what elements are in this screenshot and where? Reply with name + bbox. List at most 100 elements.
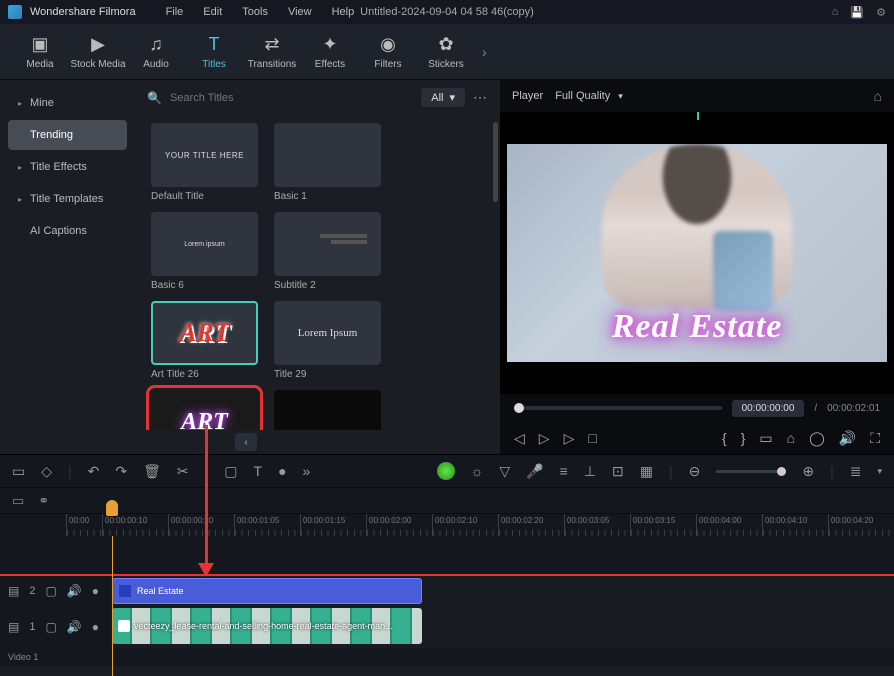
tab-titles[interactable]: TTitles xyxy=(186,27,242,77)
play-outline-icon[interactable]: ▷ xyxy=(564,430,575,447)
shield-icon[interactable]: ▽ xyxy=(499,463,510,480)
track-video[interactable]: ▤1 ▢ 🔊 ● vecteezy_lease-rental-and-selli… xyxy=(0,606,894,648)
title-card-dark[interactable] xyxy=(274,390,381,430)
mic-icon[interactable]: 🎤 xyxy=(526,463,543,480)
video-clip[interactable]: vecteezy_lease-rental-and-selling-home-r… xyxy=(112,608,422,644)
eye-icon[interactable]: ● xyxy=(92,584,99,598)
lock-icon[interactable]: ▢ xyxy=(45,620,56,634)
display-icon[interactable]: ⌂ xyxy=(787,430,795,446)
back-button[interactable]: ‹ xyxy=(235,433,257,451)
tab-audio[interactable]: ♫Audio xyxy=(128,27,184,77)
title-card-title29[interactable]: Lorem IpsumTitle 29 xyxy=(274,301,381,380)
preview-image[interactable]: Real Estate xyxy=(507,144,887,362)
volume-icon[interactable]: 🔊 xyxy=(839,430,856,447)
sidebar-trending[interactable]: Trending xyxy=(8,120,127,150)
chevron-down-icon[interactable]: ▾ xyxy=(877,466,882,477)
title-card-art-neon[interactable]: ART xyxy=(151,390,258,430)
fullscreen-icon[interactable]: ⛶ xyxy=(870,430,880,447)
tab-effects[interactable]: ✦Effects xyxy=(302,27,358,77)
title-thumb xyxy=(274,390,381,430)
redo-icon[interactable]: ↷ xyxy=(115,463,127,480)
stop-icon[interactable]: □ xyxy=(588,430,596,446)
menu-view[interactable]: View xyxy=(288,6,312,18)
menu-help[interactable]: Help xyxy=(332,6,355,18)
card-label: Title 29 xyxy=(274,369,381,380)
app-logo xyxy=(8,5,22,19)
pointer-tool-icon[interactable]: ▭ xyxy=(12,463,25,480)
marker-tool-icon[interactable]: ● xyxy=(278,463,286,479)
title-clip[interactable]: Real Estate xyxy=(112,578,422,604)
link-tool-icon[interactable]: ⊡ xyxy=(612,463,624,480)
play-icon[interactable]: ▷ xyxy=(539,430,550,447)
track-body[interactable]: vecteezy_lease-rental-and-selling-home-r… xyxy=(110,606,894,648)
mute-icon[interactable]: 🔊 xyxy=(67,620,82,634)
prev-frame-icon[interactable]: ◁ xyxy=(514,430,525,447)
sidebar-mine[interactable]: ▸Mine xyxy=(8,88,127,118)
ruler-tick: 00:00:04:20 xyxy=(828,514,894,536)
magnet-icon[interactable]: ⊥ xyxy=(584,463,596,480)
mark-out-icon[interactable]: } xyxy=(741,430,746,446)
scrollbar[interactable] xyxy=(493,122,498,202)
search-input[interactable] xyxy=(170,92,413,104)
group-icon[interactable]: ▦ xyxy=(640,463,653,480)
tab-stickers[interactable]: ✿Stickers xyxy=(418,27,474,77)
tab-titles-label: Titles xyxy=(202,59,226,70)
zoom-in-icon[interactable]: ⊕ xyxy=(802,463,814,480)
filter-dropdown[interactable]: All▾ xyxy=(421,88,465,107)
menu-tools[interactable]: Tools xyxy=(242,6,268,18)
mute-icon[interactable]: 🔊 xyxy=(67,584,82,598)
sidebar-title-effects[interactable]: ▸Title Effects xyxy=(8,152,127,182)
title-card-subtitle2[interactable]: Subtitle 2 xyxy=(274,212,381,291)
zoom-handle[interactable] xyxy=(777,467,786,476)
eye-icon[interactable]: ● xyxy=(92,620,99,634)
playhead[interactable] xyxy=(112,536,113,676)
menu-edit[interactable]: Edit xyxy=(203,6,222,18)
mixer-icon[interactable]: ≡ xyxy=(560,463,568,479)
track-body[interactable]: Real Estate xyxy=(110,576,894,606)
tab-media[interactable]: ▣Media xyxy=(12,27,68,77)
media-icon: ▣ xyxy=(31,34,48,55)
card-label: Basic 6 xyxy=(151,280,258,291)
scrub-track[interactable] xyxy=(514,406,722,410)
save-icon[interactable]: 💾 xyxy=(850,6,864,19)
tab-stock-media[interactable]: ▶Stock Media xyxy=(70,27,126,77)
title-card-basic1[interactable]: Basic 1 xyxy=(274,123,381,202)
timeline-tab-icon[interactable]: ▭ xyxy=(12,493,24,509)
effects-icon: ✦ xyxy=(322,34,337,55)
toolbar-more-icon[interactable]: › xyxy=(482,44,487,60)
scrub-handle[interactable] xyxy=(514,403,524,413)
crop-tool-icon[interactable]: ▢ xyxy=(224,463,237,480)
track-title[interactable]: ▤2 ▢ 🔊 ● Real Estate xyxy=(0,576,894,606)
sidebar-title-templates[interactable]: ▸Title Templates xyxy=(8,184,127,214)
tab-transitions[interactable]: ⇄Transitions xyxy=(244,27,300,77)
timeline-ruler[interactable]: 00:00 00:00:00:10 00:00:00:20 00:00:01:0… xyxy=(66,514,894,536)
settings-icon[interactable]: ⚙ xyxy=(876,6,886,19)
text-tool-icon[interactable]: T xyxy=(254,463,263,479)
mark-in-icon[interactable]: { xyxy=(722,430,727,446)
sidebar-ai-captions[interactable]: AI Captions xyxy=(8,216,127,246)
tracks-icon[interactable]: ≣ xyxy=(850,463,862,480)
crop-icon[interactable]: ▭ xyxy=(759,430,772,447)
zoom-out-icon[interactable]: ⊖ xyxy=(689,463,701,480)
zoom-slider[interactable] xyxy=(716,470,786,473)
record-icon[interactable] xyxy=(437,462,455,480)
link-tab-icon[interactable]: ⚭ xyxy=(38,493,49,509)
title-card-art26[interactable]: ARTArt Title 26 xyxy=(151,301,258,380)
cut-icon[interactable]: ✂ xyxy=(177,463,189,480)
menu-file[interactable]: File xyxy=(166,6,184,18)
undo-icon[interactable]: ↶ xyxy=(88,463,100,480)
desktop-icon[interactable]: ⌂ xyxy=(832,6,839,19)
title-card-default[interactable]: YOUR TITLE HEREDefault Title xyxy=(151,123,258,202)
more-icon[interactable]: ⋯ xyxy=(473,89,488,106)
tab-filters[interactable]: ◉Filters xyxy=(360,27,416,77)
select-tool-icon[interactable]: ◇ xyxy=(41,463,52,480)
delete-icon[interactable]: 🗑 xyxy=(143,463,161,480)
sun-icon[interactable]: ☼ xyxy=(471,463,484,479)
title-card-basic6[interactable]: Lorem ipsumBasic 6 xyxy=(151,212,258,291)
snapshot-icon[interactable]: ⌂ xyxy=(874,88,882,104)
quality-dropdown[interactable]: Full Quality▾ xyxy=(555,90,623,102)
more-tools-icon[interactable]: » xyxy=(303,463,311,479)
lock-icon[interactable]: ▢ xyxy=(45,584,56,598)
camera-icon[interactable]: ◯ xyxy=(809,430,825,447)
clip-icon xyxy=(119,585,131,597)
